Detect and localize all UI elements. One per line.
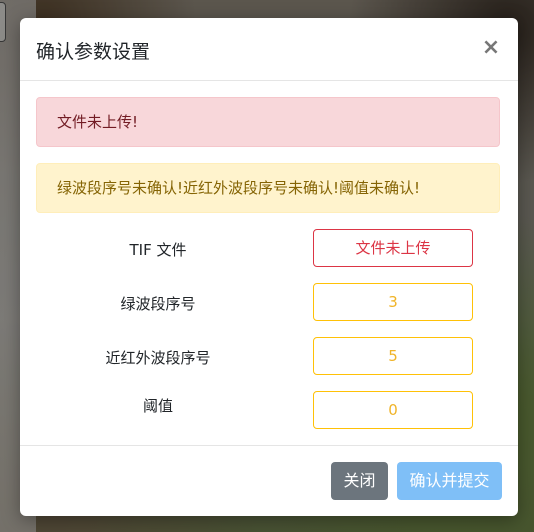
threshold-value: 0 <box>313 391 473 429</box>
nir-band-value: 5 <box>313 337 473 375</box>
modal-header: 确认参数设置 × <box>20 18 518 81</box>
params-unconfirmed-alert: 绿波段序号未确认!近红外波段序号未确认!阈值未确认! <box>36 163 500 213</box>
green-band-value: 3 <box>313 283 473 321</box>
tif-file-label: TIF 文件 <box>129 241 187 259</box>
tif-file-status: 文件未上传 <box>313 229 473 267</box>
file-not-uploaded-alert: 文件未上传! <box>36 97 500 147</box>
threshold-label: 阈值 <box>142 397 173 415</box>
close-icon[interactable]: × <box>480 36 502 60</box>
nir-band-label: 近红外波段序号 <box>105 349 211 367</box>
modal-footer: 关闭 确认并提交 <box>20 445 518 516</box>
confirm-submit-button[interactable]: 确认并提交 <box>397 462 502 500</box>
confirm-settings-dialog: 确认参数设置 × 文件未上传! 绿波段序号未确认!近红外波段序号未确认!阈值未确… <box>20 18 518 516</box>
close-button[interactable]: 关闭 <box>331 462 388 500</box>
modal-title: 确认参数设置 <box>36 41 151 63</box>
green-band-label: 绿波段序号 <box>120 295 196 313</box>
